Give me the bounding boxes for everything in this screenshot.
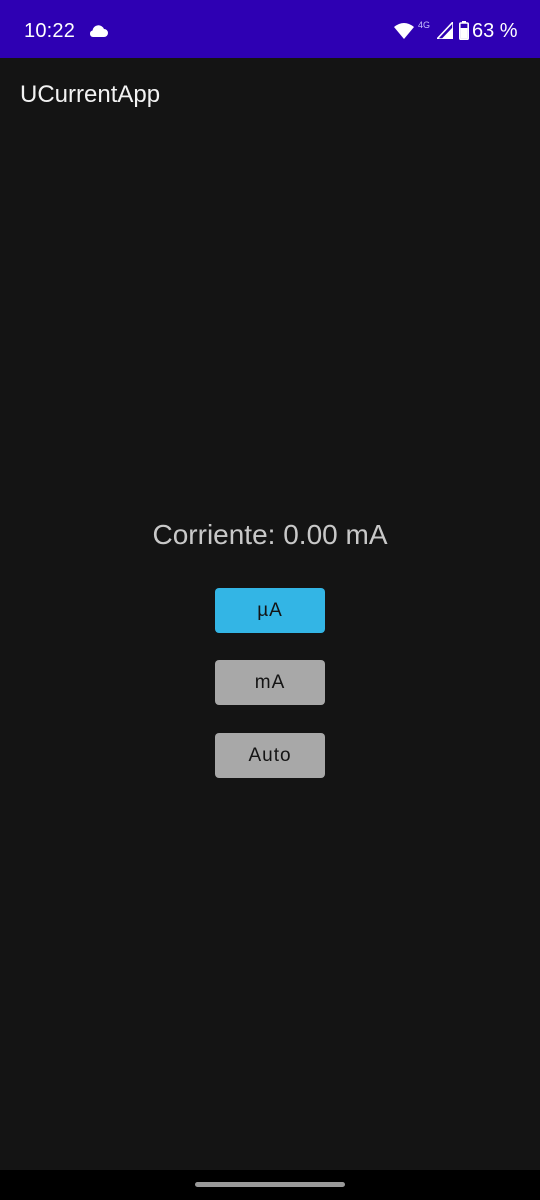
milliamp-button[interactable]: mA <box>215 660 325 705</box>
microamp-button[interactable]: µA <box>215 588 325 633</box>
auto-button[interactable]: Auto <box>215 733 325 778</box>
app-title: UCurrentApp <box>20 81 161 108</box>
status-time: 10:22 <box>24 20 76 42</box>
current-reading: Corriente: 0.00 mA <box>152 519 388 550</box>
home-indicator[interactable] <box>195 1182 345 1187</box>
signal-icon <box>437 22 453 39</box>
battery-percentage: 63 % <box>472 20 518 42</box>
wifi-icon <box>394 23 414 39</box>
navigation-bar <box>0 1170 540 1200</box>
network-type-label: 4G <box>418 20 431 30</box>
cloud-icon <box>89 25 108 37</box>
battery-icon <box>459 21 469 40</box>
status-bar: 10:22 4G 63 % <box>0 0 540 58</box>
